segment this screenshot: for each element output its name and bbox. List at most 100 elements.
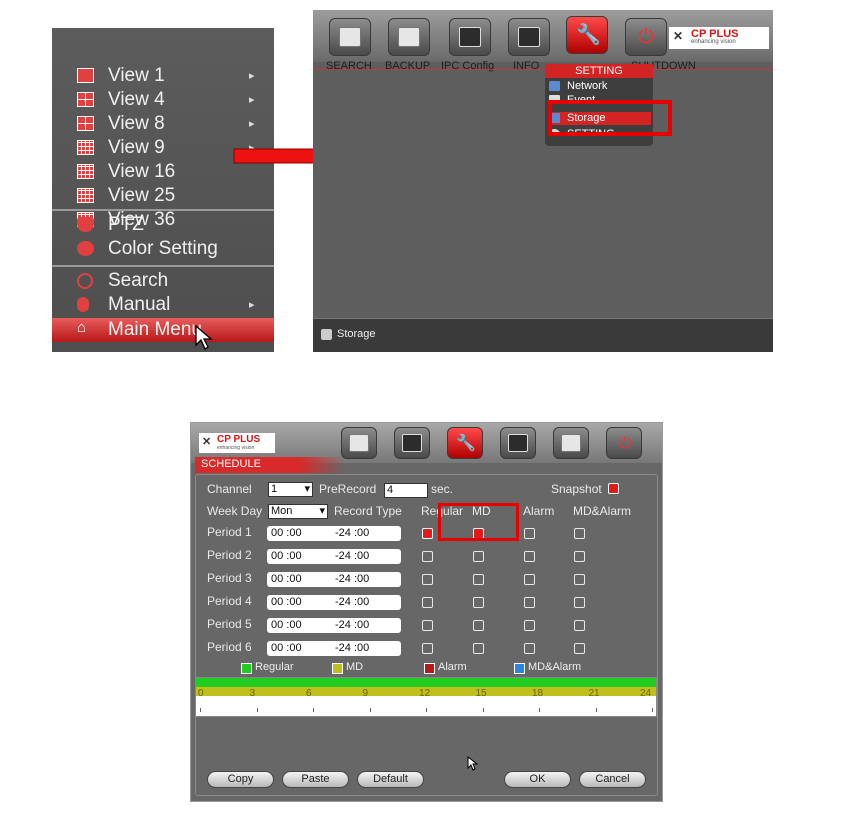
default-button[interactable]: Default (357, 771, 424, 788)
period-time-input[interactable]: 00 :00 -24 :00 (267, 572, 401, 587)
submenu-arrow-icon: ▸ (249, 299, 255, 311)
period-alarm-checkbox[interactable] (524, 528, 535, 539)
menu-item-search[interactable]: Search (52, 269, 274, 293)
cancel-button[interactable]: Cancel (579, 771, 646, 788)
search-icon (339, 27, 361, 47)
context-menu: View 1 ▸ View 4 ▸ View 8 ▸ View 9 ▸ View… (52, 28, 274, 352)
period-md-checkbox[interactable] (473, 643, 484, 654)
period-alarm-checkbox[interactable] (524, 643, 535, 654)
period-mdalarm-checkbox[interactable] (574, 597, 585, 608)
period-regular-checkbox[interactable] (422, 643, 433, 654)
period-md-checkbox[interactable] (473, 551, 484, 562)
menu-item-view-1[interactable]: View 1 ▸ (52, 64, 274, 88)
period-time-input[interactable]: 00 :00 -24 :00 (267, 618, 401, 633)
record-type-label: Record Type (334, 504, 402, 518)
period-time-input[interactable]: 00 :00 -24 :00 (267, 641, 401, 656)
info-button[interactable] (394, 427, 430, 459)
menu-item-color-setting[interactable]: Color Setting (52, 237, 274, 261)
period-md-checkbox[interactable] (473, 574, 484, 585)
weekday-select[interactable]: Mon (268, 504, 328, 519)
schedule-window: ✕ CP PLUS enhancing vision 🔧 ⏻ SCHEDULE … (190, 422, 663, 802)
view-8-icon (77, 116, 94, 131)
channel-select[interactable]: 1 (268, 482, 313, 497)
period-time-input[interactable]: 00 :00 -24 :00 (267, 595, 401, 610)
legend-md: MD (346, 661, 364, 673)
channel-label: Channel (207, 482, 252, 496)
period-mdalarm-checkbox[interactable] (574, 551, 585, 562)
col-mdalarm-label: MD&Alarm (573, 504, 632, 518)
palette-icon (77, 241, 94, 256)
search-button[interactable] (341, 427, 377, 459)
wrench-icon: 🔧 (576, 24, 601, 46)
timeline-tick-label: 12 (419, 688, 431, 699)
menu-item-manual[interactable]: Manual ▸ (52, 293, 274, 317)
cp-plus-logo: ✕ CP PLUS enhancing vision (199, 433, 275, 453)
timeline-tick-label: 6 (306, 688, 312, 699)
toolbar-label-info: INFO (513, 60, 540, 72)
shutdown-button[interactable]: ⏻ (625, 18, 667, 56)
copy-button[interactable]: Copy (207, 771, 274, 788)
menu-item-view-8[interactable]: View 8 ▸ (52, 112, 274, 136)
period-md-checkbox[interactable] (473, 597, 484, 608)
schedule-timeline: 0 3 6 9 12 15 18 21 24 (195, 677, 657, 717)
ok-button[interactable]: OK (504, 771, 571, 788)
ipc-config-button[interactable] (449, 18, 491, 56)
period-alarm-checkbox[interactable] (524, 597, 535, 608)
network-icon (549, 81, 560, 91)
view-16-icon (77, 164, 94, 179)
period-time-input[interactable]: 00 :00 -24 :00 (267, 549, 401, 564)
info-button[interactable] (508, 18, 550, 56)
period-start-time: 00 :00 (271, 573, 302, 585)
period-regular-checkbox[interactable] (422, 574, 433, 585)
period-regular-checkbox[interactable] (422, 597, 433, 608)
storage-icon (321, 329, 332, 340)
menu-item-main-menu[interactable]: ⌂ Main Menu (52, 318, 274, 342)
tab-schedule[interactable]: SCHEDULE (201, 458, 261, 470)
mouse-cursor-icon (467, 756, 479, 771)
view-9-icon (77, 140, 94, 155)
snapshot-checkbox[interactable] (608, 483, 619, 494)
backup-button[interactable] (553, 427, 589, 459)
period-time-input[interactable]: 00 :00 -24 :00 (267, 526, 401, 541)
menu-item-view-25[interactable]: View 25 (52, 184, 274, 208)
period-start-time: 00 :00 (271, 642, 302, 654)
ipc-config-button[interactable] (500, 427, 536, 459)
view-1-icon (77, 68, 94, 83)
paste-button[interactable]: Paste (282, 771, 349, 788)
submenu-arrow-icon: ▸ (249, 70, 255, 82)
submenu-arrow-icon: ▸ (249, 94, 255, 106)
backup-button[interactable] (388, 18, 430, 56)
period-md-checkbox[interactable] (473, 620, 484, 631)
dropdown-item-network[interactable]: Network (549, 80, 651, 93)
period-regular-checkbox[interactable] (422, 620, 433, 631)
setting-button[interactable]: 🔧 (566, 16, 608, 54)
prerecord-input[interactable]: 4 (384, 483, 428, 498)
menu-item-view-4[interactable]: View 4 ▸ (52, 88, 274, 112)
period-label: Period 5 (207, 617, 252, 631)
period-regular-checkbox[interactable] (422, 528, 433, 539)
period-alarm-checkbox[interactable] (524, 574, 535, 585)
power-icon: ⏻ (618, 435, 632, 452)
period-mdalarm-checkbox[interactable] (574, 620, 585, 631)
period-label: Period 2 (207, 548, 252, 562)
period-mdalarm-checkbox[interactable] (574, 528, 585, 539)
search-button[interactable] (329, 18, 371, 56)
period-mdalarm-checkbox[interactable] (574, 643, 585, 654)
setting-button[interactable]: 🔧 (447, 427, 483, 459)
period-end-time: -24 :00 (335, 573, 370, 585)
period-mdalarm-checkbox[interactable] (574, 574, 585, 585)
menu-item-ptz[interactable]: PTZ (52, 213, 274, 237)
dropdown-header: SETTING (545, 64, 653, 78)
highlight-box (548, 100, 672, 136)
power-icon: ⏻ (638, 26, 654, 48)
period-alarm-checkbox[interactable] (524, 620, 535, 631)
legend-swatch-regular (241, 663, 252, 674)
period-alarm-checkbox[interactable] (524, 551, 535, 562)
shutdown-button[interactable]: ⏻ (606, 427, 642, 459)
timeline-tick-label: 21 (588, 688, 600, 699)
highlight-box (438, 503, 519, 541)
timeline-tick-mark (200, 708, 201, 712)
cp-plus-logo: ✕ CP PLUS enhancing vision (669, 27, 769, 49)
period-regular-checkbox[interactable] (422, 551, 433, 562)
period-end-time: -24 :00 (335, 527, 370, 539)
